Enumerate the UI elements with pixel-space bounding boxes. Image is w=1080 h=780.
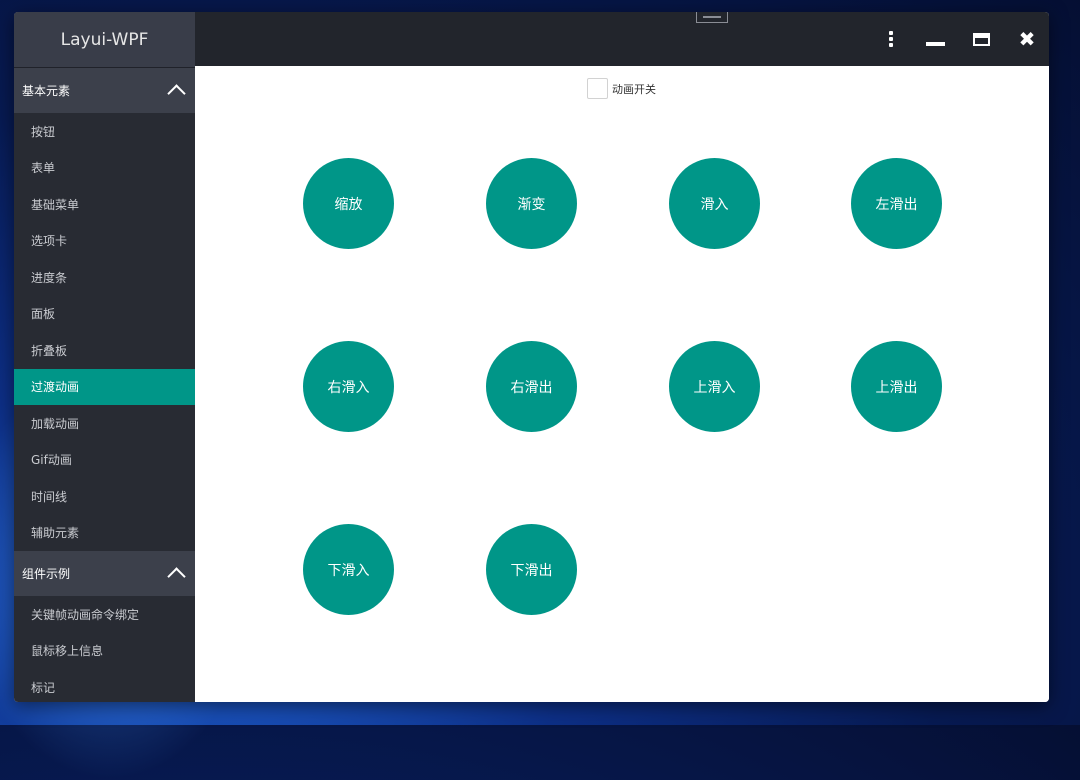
sidebar-item-basic-menu[interactable]: 基础菜单: [14, 186, 195, 223]
chevron-up-icon: [167, 84, 186, 103]
animation-toggle-label: 动画开关: [612, 82, 656, 96]
slide-in-up-button[interactable]: 上滑入: [669, 341, 760, 432]
app-logo: Layui-WPF: [14, 12, 195, 68]
animation-toggle: 动画开关: [587, 78, 656, 99]
sidebar-item-collapse[interactable]: 折叠板: [14, 332, 195, 369]
group-header-label: 基本元素: [22, 84, 71, 98]
slide-in-down-button[interactable]: 下滑入: [303, 524, 394, 615]
fade-button[interactable]: 渐变: [486, 158, 577, 249]
sidebar-item-gif-animation[interactable]: Gif动画: [14, 442, 195, 479]
slide-out-left-button[interactable]: 左滑出: [851, 158, 942, 249]
titlebar[interactable]: ✖: [195, 12, 1049, 66]
slide-out-down-button[interactable]: 下滑出: [486, 524, 577, 615]
sidebar-item-panel[interactable]: 面板: [14, 296, 195, 333]
animation-toggle-checkbox[interactable]: [587, 78, 608, 99]
group-header-component-examples[interactable]: 组件示例: [14, 551, 195, 596]
sidebar-item-tabs[interactable]: 选项卡: [14, 223, 195, 260]
slide-in-button[interactable]: 滑入: [669, 158, 760, 249]
group-header-basic-elements[interactable]: 基本元素: [14, 68, 195, 113]
sidebar-item-loading-animation[interactable]: 加载动画: [14, 405, 195, 442]
drag-handle-icon[interactable]: [696, 12, 728, 23]
app-window: Layui-WPF 基本元素 按钮 表单 基础菜单 选项卡 进度条 面板 折叠板…: [14, 12, 1049, 702]
sidebar-item-auxiliary-elements[interactable]: 辅助元素: [14, 515, 195, 552]
sidebar-item-timeline[interactable]: 时间线: [14, 478, 195, 515]
sidebar-item-progress-bar[interactable]: 进度条: [14, 259, 195, 296]
sidebar-item-keyframe-command-binding[interactable]: 关键帧动画命令绑定: [14, 596, 195, 633]
slide-out-right-button[interactable]: 右滑出: [486, 341, 577, 432]
sidebar-item-transition-animation[interactable]: 过渡动画: [14, 368, 195, 405]
slide-in-right-button[interactable]: 右滑入: [303, 341, 394, 432]
close-icon[interactable]: ✖: [1005, 12, 1049, 66]
sidebar-item-form[interactable]: 表单: [14, 150, 195, 187]
sidebar-item-mouse-hover-info[interactable]: 鼠标移上信息: [14, 633, 195, 670]
sidebar: Layui-WPF 基本元素 按钮 表单 基础菜单 选项卡 进度条 面板 折叠板…: [14, 12, 195, 702]
main-content: 动画开关 缩放 渐变 滑入 左滑出 右滑入 右滑出 上滑入 上滑出 下滑入 下滑…: [195, 66, 1049, 702]
sidebar-item-badge[interactable]: 标记: [14, 669, 195, 702]
minimize-icon[interactable]: [913, 12, 957, 66]
maximize-icon[interactable]: [959, 12, 1003, 66]
scale-button[interactable]: 缩放: [303, 158, 394, 249]
more-vertical-icon[interactable]: [869, 12, 913, 66]
slide-out-up-button[interactable]: 上滑出: [851, 341, 942, 432]
group-header-label: 组件示例: [22, 567, 71, 581]
sidebar-item-button[interactable]: 按钮: [14, 113, 195, 150]
chevron-up-icon: [167, 567, 186, 586]
